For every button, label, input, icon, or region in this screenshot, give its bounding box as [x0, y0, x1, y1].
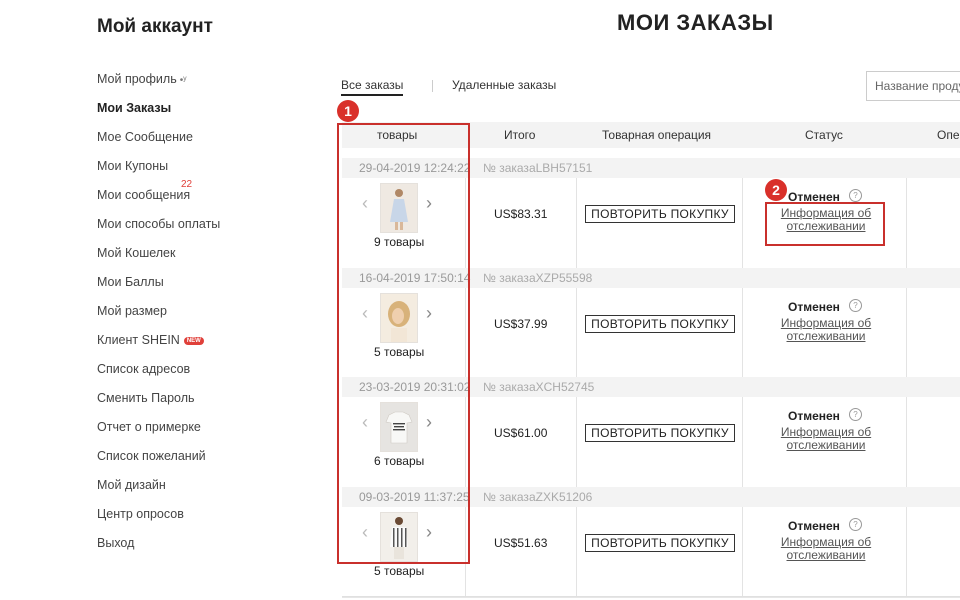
sidebar-item-password[interactable]: Сменить Пароль — [97, 391, 220, 420]
status-label: Отменен — [788, 409, 840, 423]
divider — [742, 288, 743, 378]
sidebar-item-message[interactable]: Мое Сообщение — [97, 130, 220, 159]
sidebar-item-logout[interactable]: Выход — [97, 536, 220, 565]
divider — [742, 178, 743, 268]
divider — [906, 397, 907, 487]
help-icon[interactable]: ? — [849, 189, 862, 202]
items-count: 5 товары — [374, 564, 425, 578]
tracking-link[interactable]: Информация об отслеживании — [778, 426, 874, 452]
table-bottom-divider — [342, 596, 960, 597]
annotation-marker-1: 1 — [337, 100, 359, 122]
divider — [576, 397, 577, 487]
sidebar-item-label: Отчет о примерке — [97, 420, 201, 434]
order-number[interactable]: № заказаXCH52745 — [483, 380, 594, 394]
repeat-purchase-button[interactable]: ПОВТОРИТЬ ПОКУПКУ — [585, 424, 735, 442]
sidebar-item-design[interactable]: Мой дизайн — [97, 478, 220, 507]
column-header-status: Статус — [805, 128, 843, 142]
repeat-purchase-button[interactable]: ПОВТОРИТЬ ПОКУПКУ — [585, 534, 735, 552]
sidebar-item-profile[interactable]: Мой профиль •ʸ — [97, 72, 220, 101]
tab-deleted-orders[interactable]: Удаленные заказы — [452, 78, 556, 92]
column-header-actions: Опе — [937, 128, 960, 142]
help-icon[interactable]: ? — [849, 299, 862, 312]
account-title: Мой аккаунт — [97, 16, 213, 37]
repeat-purchase-button[interactable]: ПОВТОРИТЬ ПОКУПКУ — [585, 315, 735, 333]
sidebar-item-messages[interactable]: Мои сообщения 22 — [97, 179, 220, 217]
new-badge: NEW — [183, 336, 204, 345]
sidebar-item-addresses[interactable]: Список адресов — [97, 362, 220, 391]
sidebar-item-points[interactable]: Мои Баллы — [97, 275, 220, 304]
order-number[interactable]: № заказаXZP55598 — [483, 271, 592, 285]
status-label: Отменен — [788, 300, 840, 314]
sidebar-item-size[interactable]: Мой размер — [97, 304, 220, 333]
divider — [906, 507, 907, 597]
status-label: Отменен — [788, 519, 840, 533]
divider — [742, 507, 743, 597]
help-icon[interactable]: ? — [849, 408, 862, 421]
divider — [576, 288, 577, 378]
column-header-total: Итого — [504, 128, 536, 142]
tab-divider — [432, 80, 433, 92]
sidebar-item-wishlist[interactable]: Список пожеланий — [97, 449, 220, 478]
messages-count-badge: 22 — [181, 179, 193, 190]
sidebar-item-label: Мой профиль — [97, 72, 177, 86]
sidebar-item-label: Мои Баллы — [97, 275, 164, 289]
sidebar-item-label: Клиент SHEIN — [97, 333, 180, 347]
column-header-operation: Товарная операция — [602, 128, 712, 142]
sidebar-item-wallet[interactable]: Мой Кошелек — [97, 246, 220, 275]
sidebar-item-label: Мои Купоны — [97, 159, 169, 173]
sidebar-item-surveys[interactable]: Центр опросов — [97, 507, 220, 536]
search-input[interactable] — [866, 71, 960, 101]
sidebar-item-label: Мой размер — [97, 304, 167, 318]
order-number[interactable]: № заказаZXK51206 — [483, 490, 592, 504]
divider — [906, 178, 907, 268]
order-total: US$61.00 — [494, 426, 548, 440]
divider — [576, 507, 577, 597]
divider — [576, 178, 577, 268]
tracking-link-highlight — [765, 202, 885, 246]
items-column-highlight — [337, 123, 470, 564]
order-total: US$83.31 — [494, 207, 548, 221]
divider — [906, 288, 907, 378]
sidebar-item-label: Список адресов — [97, 362, 191, 376]
help-icon[interactable]: ? — [849, 518, 862, 531]
tracking-link[interactable]: Информация об отслеживании — [778, 536, 874, 562]
tab-all-orders[interactable]: Все заказы — [341, 78, 404, 96]
sidebar-item-shein-client[interactable]: Клиент SHEIN NEW — [97, 333, 220, 362]
sidebar-item-fitting-report[interactable]: Отчет о примерке — [97, 420, 220, 449]
sidebar-item-coupons[interactable]: Мои Купоны — [97, 159, 220, 188]
sidebar-item-label: Мои Заказы — [97, 101, 172, 115]
sidebar-item-orders[interactable]: Мои Заказы — [97, 101, 220, 130]
order-total: US$37.99 — [494, 317, 548, 331]
sidebar-item-label: Список пожеланий — [97, 449, 206, 463]
tracking-link[interactable]: Информация об отслеживании — [778, 317, 874, 343]
order-total: US$51.63 — [494, 536, 548, 550]
divider — [742, 397, 743, 487]
page-title: МОИ ЗАКАЗЫ — [617, 10, 774, 35]
sidebar-item-payment[interactable]: Мои способы оплаты — [97, 217, 220, 246]
sidebar-item-label: Центр опросов — [97, 507, 184, 521]
sidebar-item-label: Мое Сообщение — [97, 130, 193, 144]
order-number[interactable]: № заказаLBH57151 — [483, 161, 592, 175]
profile-mark-icon: •ʸ — [179, 75, 187, 86]
sidebar-item-label: Мой Кошелек — [97, 246, 176, 260]
sidebar-item-label: Сменить Пароль — [97, 391, 195, 405]
sidebar-item-label: Мои сообщения — [97, 188, 191, 202]
sidebar-item-label: Выход — [97, 536, 135, 550]
repeat-purchase-button[interactable]: ПОВТОРИТЬ ПОКУПКУ — [585, 205, 735, 223]
sidebar: Мой профиль •ʸ Мои Заказы Мое Сообщение М… — [97, 72, 220, 565]
sidebar-item-label: Мой дизайн — [97, 478, 166, 492]
annotation-marker-2: 2 — [765, 179, 787, 201]
sidebar-item-label: Мои способы оплаты — [97, 217, 221, 231]
